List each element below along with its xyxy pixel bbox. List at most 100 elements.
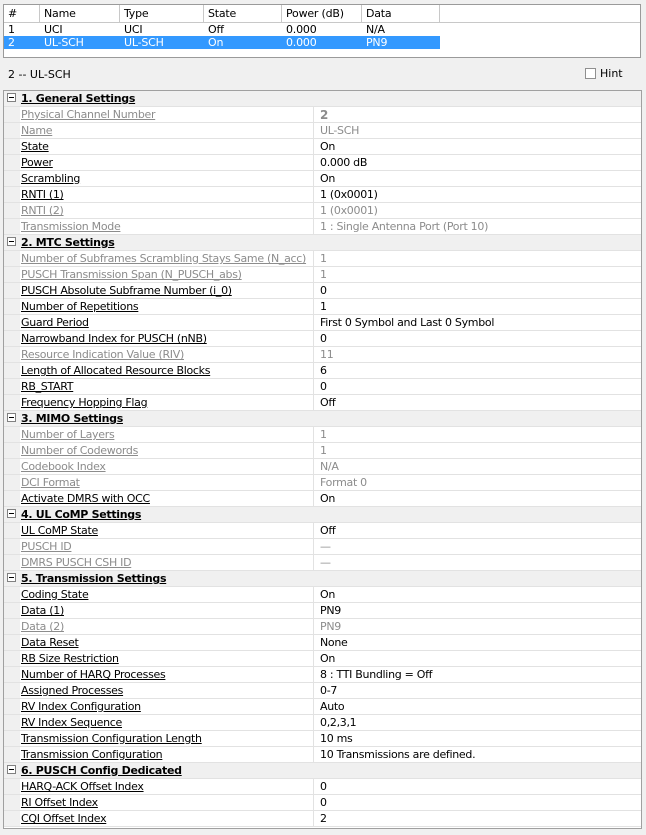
- column-header-name[interactable]: Name: [40, 5, 120, 22]
- property-row[interactable]: Length of Allocated Resource Blocks 6: [4, 363, 641, 379]
- property-row[interactable]: HARQ-ACK Offset Index 0: [4, 779, 641, 795]
- section-header[interactable]: 1. General Settings: [4, 91, 641, 107]
- property-row[interactable]: Number of Layers 1: [4, 427, 641, 443]
- collapse-icon[interactable]: [7, 413, 16, 422]
- property-row[interactable]: Number of HARQ Processes 8 : TTI Bundling…: [4, 667, 641, 683]
- property-row[interactable]: Name UL-SCH: [4, 123, 641, 139]
- property-row[interactable]: Number of Codewords 1: [4, 443, 641, 459]
- collapse-icon[interactable]: [7, 237, 16, 246]
- property-row[interactable]: Data (1) PN9: [4, 603, 641, 619]
- collapse-icon[interactable]: [7, 509, 16, 518]
- property-row[interactable]: RB_START 0: [4, 379, 641, 395]
- property-row[interactable]: DMRS PUSCH CSH ID —: [4, 555, 641, 571]
- property-value[interactable]: PN9: [320, 603, 341, 619]
- collapse-icon[interactable]: [7, 765, 16, 774]
- property-row[interactable]: Narrowband Index for PUSCH (nNB) 0: [4, 331, 641, 347]
- property-value[interactable]: 0: [320, 379, 327, 395]
- property-value[interactable]: 6: [320, 363, 327, 379]
- property-row[interactable]: PUSCH Absolute Subframe Number (i_0) 0: [4, 283, 641, 299]
- property-name: RNTI (1): [21, 187, 314, 202]
- row-gutter: [4, 811, 20, 826]
- property-row[interactable]: Power 0.000 dB: [4, 155, 641, 171]
- property-value[interactable]: Off: [320, 523, 336, 539]
- collapse-icon[interactable]: [7, 93, 16, 102]
- property-value[interactable]: 10 ms: [320, 731, 353, 747]
- property-row[interactable]: RNTI (2) 1 (0x0001): [4, 203, 641, 219]
- section-header[interactable]: 5. Transmission Settings: [4, 571, 641, 587]
- checkbox-box[interactable]: [585, 68, 596, 79]
- property-value[interactable]: On: [320, 491, 335, 507]
- property-row[interactable]: Assigned Processes 0-7: [4, 683, 641, 699]
- property-value: N/A: [320, 460, 339, 473]
- property-value[interactable]: 2: [320, 811, 327, 827]
- property-value[interactable]: 1: [320, 299, 327, 315]
- section-label: 2. MTC Settings: [21, 236, 115, 249]
- row-gutter: [4, 491, 20, 506]
- property-row[interactable]: Transmission Configuration Length 10 ms: [4, 731, 641, 747]
- property-value[interactable]: First 0 Symbol and Last 0 Symbol: [320, 315, 494, 331]
- property-row[interactable]: DCI Format Format 0: [4, 475, 641, 491]
- property-row[interactable]: Data (2) PN9: [4, 619, 641, 635]
- property-value[interactable]: 1 (0x0001): [320, 187, 378, 203]
- property-row[interactable]: Frequency Hopping Flag Off: [4, 395, 641, 411]
- property-value[interactable]: 0-7: [320, 683, 337, 699]
- property-row[interactable]: UL CoMP State Off: [4, 523, 641, 539]
- property-row[interactable]: Guard Period First 0 Symbol and Last 0 Sy…: [4, 315, 641, 331]
- property-row[interactable]: PUSCH ID —: [4, 539, 641, 555]
- column-header-power[interactable]: Power (dB): [282, 5, 362, 22]
- row-gutter: [4, 139, 20, 154]
- property-value[interactable]: 0: [320, 779, 327, 795]
- property-row[interactable]: State On: [4, 139, 641, 155]
- table-cell: PN9: [366, 36, 388, 49]
- property-row[interactable]: Resource Indication Value (RIV) 11: [4, 347, 641, 363]
- property-row[interactable]: Codebook Index N/A: [4, 459, 641, 475]
- column-header-data[interactable]: Data: [362, 5, 440, 22]
- property-row[interactable]: RNTI (1) 1 (0x0001): [4, 187, 641, 203]
- table-row-selected[interactable]: 2 UL-SCH UL-SCH On 0.000 PN9: [4, 36, 440, 49]
- property-value[interactable]: 0: [320, 283, 327, 299]
- property-row[interactable]: Data Reset None: [4, 635, 641, 651]
- property-value[interactable]: 8 : TTI Bundling = Off: [320, 667, 433, 683]
- property-value[interactable]: On: [320, 651, 335, 667]
- column-header-state[interactable]: State: [204, 5, 282, 22]
- table-cell: N/A: [366, 23, 385, 36]
- column-header-type[interactable]: Type: [120, 5, 204, 22]
- property-row[interactable]: PUSCH Transmission Span (N_PUSCH_abs) 1: [4, 267, 641, 283]
- section-header[interactable]: 4. UL CoMP Settings: [4, 507, 641, 523]
- property-row[interactable]: RV Index Configuration Auto: [4, 699, 641, 715]
- section-header[interactable]: 3. MIMO Settings: [4, 411, 641, 427]
- property-value[interactable]: 0.000 dB: [320, 155, 367, 171]
- property-row[interactable]: Transmission Mode 1 : Single Antenna Port…: [4, 219, 641, 235]
- property-row[interactable]: RB Size Restriction On: [4, 651, 641, 667]
- section-header[interactable]: 6. PUSCH Config Dedicated: [4, 763, 641, 779]
- column-header-number[interactable]: #: [4, 5, 40, 22]
- section-header[interactable]: 2. MTC Settings: [4, 235, 641, 251]
- table-cell: 0.000: [286, 23, 317, 36]
- collapse-icon[interactable]: [7, 573, 16, 582]
- property-value[interactable]: Auto: [320, 699, 345, 715]
- property-value[interactable]: On: [320, 171, 335, 187]
- property-value[interactable]: 10 Transmissions are defined.: [320, 747, 476, 763]
- property-value[interactable]: On: [320, 587, 335, 603]
- property-value[interactable]: None: [320, 635, 348, 651]
- property-row[interactable]: Number of Subframes Scrambling Stays Sam…: [4, 251, 641, 267]
- table-cell: UL-SCH: [124, 36, 164, 49]
- property-row[interactable]: Number of Repetitions 1: [4, 299, 641, 315]
- property-value: 1 (0x0001): [320, 204, 378, 217]
- property-value[interactable]: 0: [320, 331, 327, 347]
- table-row[interactable]: 1 UCI UCI Off 0.000 N/A: [4, 23, 640, 36]
- property-value[interactable]: 0,2,3,1: [320, 715, 357, 731]
- property-row[interactable]: Activate DMRS with OCC On: [4, 491, 641, 507]
- property-row[interactable]: RV Index Sequence 0,2,3,1: [4, 715, 641, 731]
- property-row[interactable]: Coding State On: [4, 587, 641, 603]
- property-row[interactable]: CQI Offset Index 2: [4, 811, 641, 827]
- property-value[interactable]: Off: [320, 395, 336, 411]
- hint-checkbox[interactable]: Hint: [585, 67, 623, 80]
- property-row[interactable]: Transmission Configuration 10 Transmissio…: [4, 747, 641, 763]
- property-value[interactable]: 0: [320, 795, 327, 811]
- property-row[interactable]: Physical Channel Number 2: [4, 107, 641, 123]
- row-gutter: [4, 251, 20, 266]
- property-row[interactable]: RI Offset Index 0: [4, 795, 641, 811]
- property-row[interactable]: Scrambling On: [4, 171, 641, 187]
- property-value[interactable]: On: [320, 139, 335, 155]
